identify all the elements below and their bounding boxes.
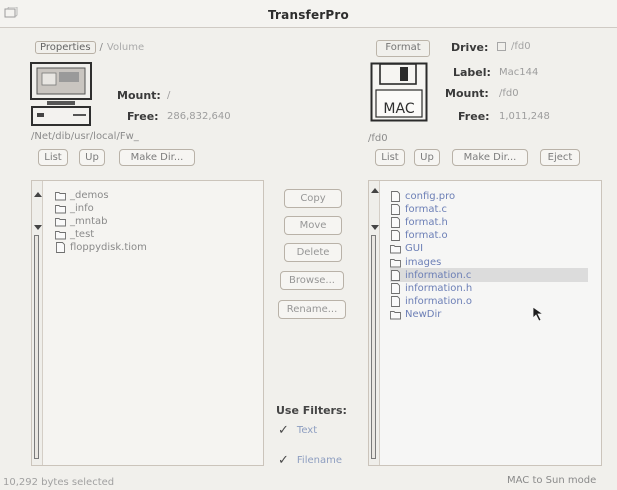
right-mount-label: Mount: [445, 87, 489, 100]
file-name: config.pro [405, 190, 456, 202]
left-up-button[interactable]: Up [79, 149, 105, 166]
drive-menu-icon [497, 42, 506, 51]
right-label-value: Mac144 [499, 67, 539, 78]
drive-label: Drive: [451, 41, 489, 54]
right-file-item[interactable]: format.o [390, 229, 588, 243]
file-name: GUI [405, 243, 424, 255]
document-icon [390, 296, 401, 308]
folder-icon [390, 257, 401, 268]
file-name: images [405, 256, 442, 268]
right-file-item[interactable]: information.o [390, 295, 588, 309]
tab-properties[interactable]: Properties [35, 41, 96, 54]
file-name: information.c [405, 269, 472, 281]
filters-label: Use Filters: [276, 404, 347, 417]
right-make-dir-button[interactable]: Make Dir... [452, 149, 528, 166]
right-file-item[interactable]: GUI [390, 242, 588, 256]
right-file-item[interactable]: format.h [390, 215, 588, 229]
filter-filename-checkbox[interactable]: ✓ Filename [278, 453, 342, 468]
filter-text-label: Text [296, 425, 318, 436]
right-scrollbar[interactable] [369, 181, 380, 465]
left-list-button[interactable]: List [38, 149, 68, 166]
filter-text-checkbox[interactable]: ✓ Text [278, 423, 317, 438]
file-name: _mntab [70, 215, 108, 227]
file-name: information.o [405, 296, 473, 308]
drive-value: /fd0 [511, 41, 531, 52]
right-file-item[interactable]: information.h [390, 281, 588, 295]
right-file-item[interactable]: NewDir [390, 308, 588, 322]
document-icon [390, 282, 401, 294]
folder-icon [55, 229, 66, 240]
right-scroll-down-icon[interactable] [371, 225, 379, 230]
left-file-item[interactable]: _info [55, 201, 235, 215]
format-button[interactable]: Format [376, 40, 430, 57]
right-scroll-thumb[interactable] [371, 235, 376, 459]
left-scrollbar[interactable] [32, 181, 43, 465]
folder-icon [55, 203, 66, 214]
tab-separator: / [99, 42, 103, 53]
disk-label: MAC [383, 101, 415, 117]
left-path: /Net/dib/usr/local/Fw_ [31, 131, 139, 142]
right-file-item[interactable]: format.c [390, 202, 588, 216]
tab-volume[interactable]: Volume [107, 42, 144, 53]
left-make-dir-button[interactable]: Make Dir... [119, 149, 195, 166]
right-mount-value: /fd0 [499, 88, 519, 99]
right-path: /fd0 [368, 133, 388, 144]
file-name: format.h [405, 216, 448, 228]
file-name: format.o [405, 230, 448, 242]
left-free-value: 286,832,640 [167, 111, 231, 122]
left-file-item[interactable]: _test [55, 227, 235, 241]
checkmark-icon: ✓ [278, 423, 289, 438]
right-up-button[interactable]: Up [414, 149, 440, 166]
left-file-item[interactable]: floppydisk.tiom [55, 240, 235, 254]
delete-button[interactable]: Delete [284, 243, 342, 262]
left-file-item[interactable]: _demos [55, 188, 235, 202]
right-free-label: Free: [458, 110, 490, 123]
right-label-label: Label: [453, 66, 491, 79]
right-file-item[interactable]: config.pro [390, 189, 588, 203]
computer-icon [30, 62, 92, 126]
checkmark-icon: ✓ [278, 453, 289, 468]
status-selection: 10,292 bytes selected [3, 477, 115, 488]
document-icon [390, 190, 401, 202]
status-mode: MAC to Sun mode [507, 475, 597, 486]
document-icon [390, 230, 401, 242]
file-name: _demos [70, 189, 109, 201]
document-icon [55, 241, 66, 253]
document-icon [390, 203, 401, 215]
left-free-label: Free: [127, 110, 159, 123]
eject-button[interactable]: Eject [540, 149, 580, 166]
right-scroll-up-icon[interactable] [371, 188, 379, 193]
left-mount-label: Mount: [117, 89, 161, 102]
file-name: _info [70, 202, 94, 214]
document-icon [390, 216, 401, 228]
browse-button[interactable]: Browse... [280, 271, 344, 290]
rename-button[interactable]: Rename... [278, 300, 346, 319]
left-scroll-down-icon[interactable] [34, 225, 42, 230]
file-name: floppydisk.tiom [70, 241, 147, 253]
move-button[interactable]: Move [284, 216, 342, 235]
mouse-pointer-icon [532, 306, 545, 322]
file-name: NewDir [405, 309, 442, 321]
left-mount-value: / [167, 90, 171, 101]
right-file-item[interactable]: images [390, 255, 588, 269]
window-title: TransferPro [267, 8, 349, 22]
drive-selector[interactable]: /fd0 [497, 41, 531, 52]
file-name: format.c [405, 203, 448, 215]
folder-icon [55, 216, 66, 227]
right-list-button[interactable]: List [375, 149, 405, 166]
left-file-item[interactable]: _mntab [55, 214, 235, 228]
folder-icon [55, 190, 66, 201]
left-scroll-thumb[interactable] [34, 235, 39, 459]
folder-icon [390, 243, 401, 254]
tab-bar: Properties / Volume [35, 41, 144, 54]
right-free-value: 1,011,248 [499, 111, 550, 122]
folder-icon [390, 309, 401, 320]
left-scroll-up-icon[interactable] [34, 192, 42, 197]
document-icon [390, 269, 401, 281]
file-name: information.h [405, 282, 473, 294]
file-name: _test [70, 228, 95, 240]
right-file-item[interactable]: information.c [390, 268, 588, 283]
filter-filename-label: Filename [296, 455, 342, 466]
copy-button[interactable]: Copy [284, 189, 342, 208]
